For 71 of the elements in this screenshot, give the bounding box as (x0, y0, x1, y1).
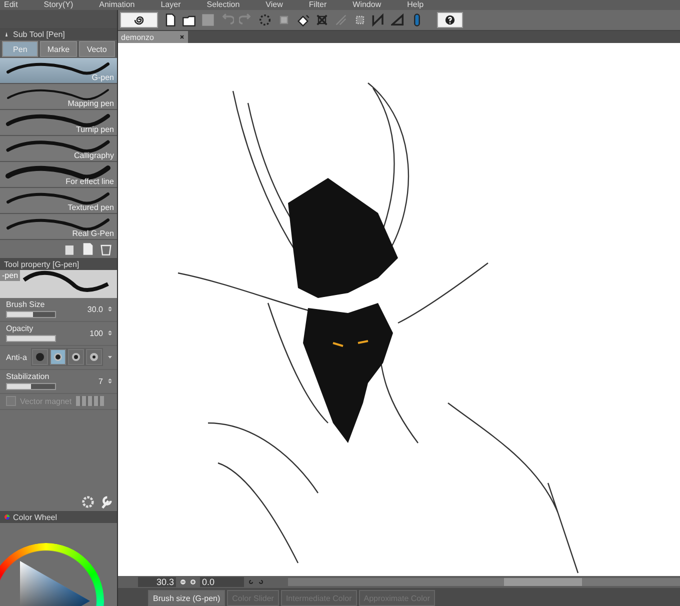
anti-aliasing-option[interactable] (68, 349, 84, 365)
dotted-circle-icon[interactable] (258, 13, 272, 27)
anti-aliasing-option[interactable] (32, 349, 48, 365)
slider-track[interactable] (6, 383, 56, 390)
menu-item[interactable]: Help (407, 0, 424, 10)
zoom-in-icon[interactable] (190, 577, 196, 587)
setting-label: Opacity (6, 324, 34, 333)
square-icon[interactable] (277, 13, 291, 27)
setting-label: Stabilization (6, 372, 50, 381)
brush-item[interactable]: Mapping pen (0, 84, 117, 110)
setting-value: 7 (98, 376, 103, 386)
setting-label: Anti-a (6, 352, 27, 362)
angle-pen-icon[interactable] (391, 13, 405, 27)
folder-icon[interactable] (182, 13, 196, 27)
help-button[interactable] (437, 12, 463, 28)
panel-title: Sub Tool [Pen] (13, 30, 65, 38)
panel-title: Color Wheel (13, 512, 58, 522)
scrollbar-thumb[interactable] (504, 578, 582, 586)
swirl-icon (133, 14, 145, 26)
menu-item[interactable]: Layer (160, 0, 181, 10)
document-tab[interactable]: demonzo (118, 31, 188, 43)
brush-item[interactable]: For effect line (0, 162, 117, 188)
zoom-out-icon[interactable] (180, 577, 186, 587)
tool-tab[interactable]: Vecto (78, 41, 115, 57)
brush-preview: -pen (0, 270, 117, 298)
spinner-icon[interactable] (107, 328, 113, 338)
dot-icon (88, 352, 99, 362)
menu-item[interactable]: Animation (99, 0, 135, 10)
brush-item[interactable]: Turnip pen (0, 110, 117, 136)
magnet-level-bar (76, 396, 104, 406)
menu-item[interactable]: Selection (206, 0, 240, 10)
trash-icon[interactable] (99, 242, 113, 256)
tool-tab[interactable]: Marke (40, 41, 77, 57)
spinner-icon[interactable] (107, 376, 113, 386)
wrench-icon[interactable] (99, 495, 113, 509)
rotate-right-icon[interactable] (258, 577, 264, 587)
zoom-field[interactable]: 30.3 (138, 577, 176, 587)
rotation-field[interactable]: 0.0 (200, 577, 244, 587)
tool-tab[interactable]: Pen (2, 41, 38, 57)
palette-tab[interactable]: Brush size (G-pen) (148, 590, 226, 606)
brush-item[interactable]: Calligraphy (0, 136, 117, 162)
menu-item[interactable]: Window (352, 0, 382, 10)
bucket-icon[interactable] (296, 13, 310, 27)
dot-icon (34, 352, 45, 362)
spinner-icon[interactable] (107, 304, 113, 314)
anti-aliasing-option[interactable] (50, 349, 66, 365)
rotate-left-icon[interactable] (248, 577, 254, 587)
dot-icon (52, 352, 63, 362)
save-icon[interactable] (201, 13, 215, 27)
new-page-icon[interactable] (81, 242, 95, 256)
panel-title: Tool property [G-pen] (4, 260, 80, 268)
brush-item[interactable]: G-pen (0, 58, 117, 84)
brush-item[interactable]: Real G-Pen (0, 214, 117, 240)
gear-icon[interactable] (81, 495, 95, 509)
logo-button[interactable] (120, 12, 158, 28)
new-file-icon[interactable] (163, 13, 177, 27)
menu-item[interactable]: View (266, 0, 283, 10)
dot-icon (70, 352, 81, 362)
help-icon (445, 15, 455, 25)
setting-value: 30.0 (87, 304, 103, 314)
menu-item[interactable]: Edit (4, 0, 18, 10)
brush-item[interactable]: Textured pen (0, 188, 117, 214)
menu-item[interactable]: Filter (308, 0, 327, 10)
menu-item[interactable]: Story(Y) (44, 0, 74, 10)
ruler-pen-icon[interactable] (372, 13, 386, 27)
transform-icon[interactable] (315, 13, 329, 27)
anti-aliasing-option[interactable] (86, 349, 102, 365)
setting-value: 100 (90, 328, 103, 338)
setting-label: Brush Size (6, 300, 46, 309)
slider-track[interactable] (6, 311, 56, 318)
color-wheel-icon[interactable] (4, 512, 10, 522)
